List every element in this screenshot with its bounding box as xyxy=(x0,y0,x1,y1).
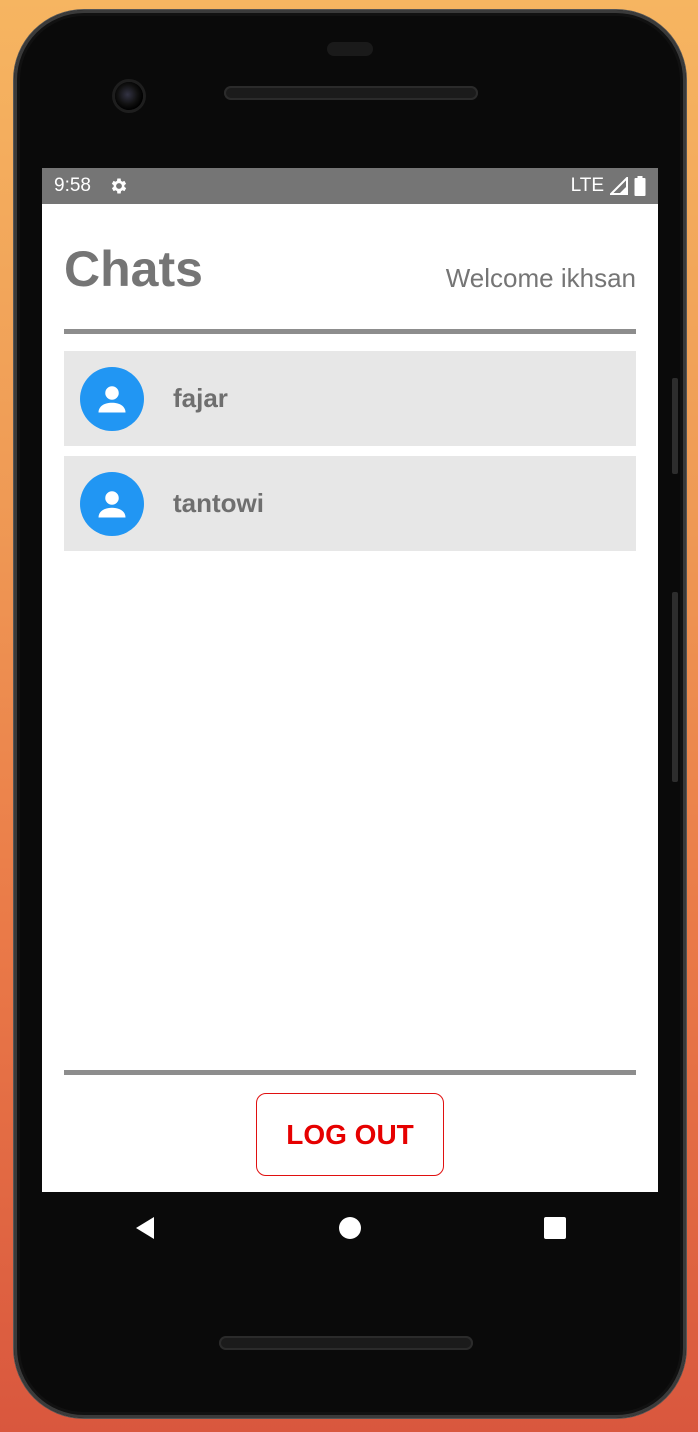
volume-button xyxy=(672,378,678,474)
logout-button[interactable]: LOG OUT xyxy=(256,1093,444,1176)
system-nav-bar xyxy=(42,1192,658,1264)
chat-name: tantowi xyxy=(173,488,264,518)
app-screen: 9:58 LTE Chats Welcome ikhsan fajar tant… xyxy=(42,168,658,1192)
back-button[interactable] xyxy=(115,1198,175,1258)
welcome-text: Welcome ikhsan xyxy=(445,263,636,293)
battery-icon xyxy=(634,176,646,196)
chats-content: Chats Welcome ikhsan fajar tantowi xyxy=(42,204,658,551)
avatar xyxy=(80,471,144,536)
recents-button[interactable] xyxy=(525,1198,585,1258)
status-bar: 9:58 LTE xyxy=(42,168,658,204)
power-button xyxy=(672,592,678,782)
person-icon xyxy=(98,490,126,517)
page-title: Chats xyxy=(64,241,203,297)
back-triangle-icon xyxy=(135,1217,154,1239)
chat-name: fajar xyxy=(173,383,228,413)
network-type: LTE xyxy=(570,175,604,196)
signal-icon xyxy=(610,177,628,195)
footer: LOG OUT xyxy=(64,1070,636,1176)
footer-divider xyxy=(64,1070,636,1075)
chat-list-item-tantowi[interactable]: tantowi xyxy=(64,456,636,551)
chat-list: fajar tantowi xyxy=(64,351,636,551)
home-circle-icon xyxy=(338,1217,361,1239)
status-time: 9:58 xyxy=(54,175,91,196)
bottom-speaker xyxy=(219,1336,473,1350)
logout-container: LOG OUT xyxy=(64,1093,636,1176)
front-camera xyxy=(115,82,143,110)
status-indicators: LTE xyxy=(571,175,646,197)
header-divider xyxy=(64,329,636,334)
avatar xyxy=(80,366,144,431)
chat-list-item-fajar[interactable]: fajar xyxy=(64,351,636,446)
proximity-sensor xyxy=(327,42,373,56)
chats-header: Chats Welcome ikhsan xyxy=(64,204,636,302)
earpiece-speaker xyxy=(224,86,478,100)
person-icon xyxy=(98,385,126,412)
gear-icon xyxy=(109,176,129,196)
recents-square-icon xyxy=(544,1217,567,1239)
home-button[interactable] xyxy=(320,1198,380,1258)
